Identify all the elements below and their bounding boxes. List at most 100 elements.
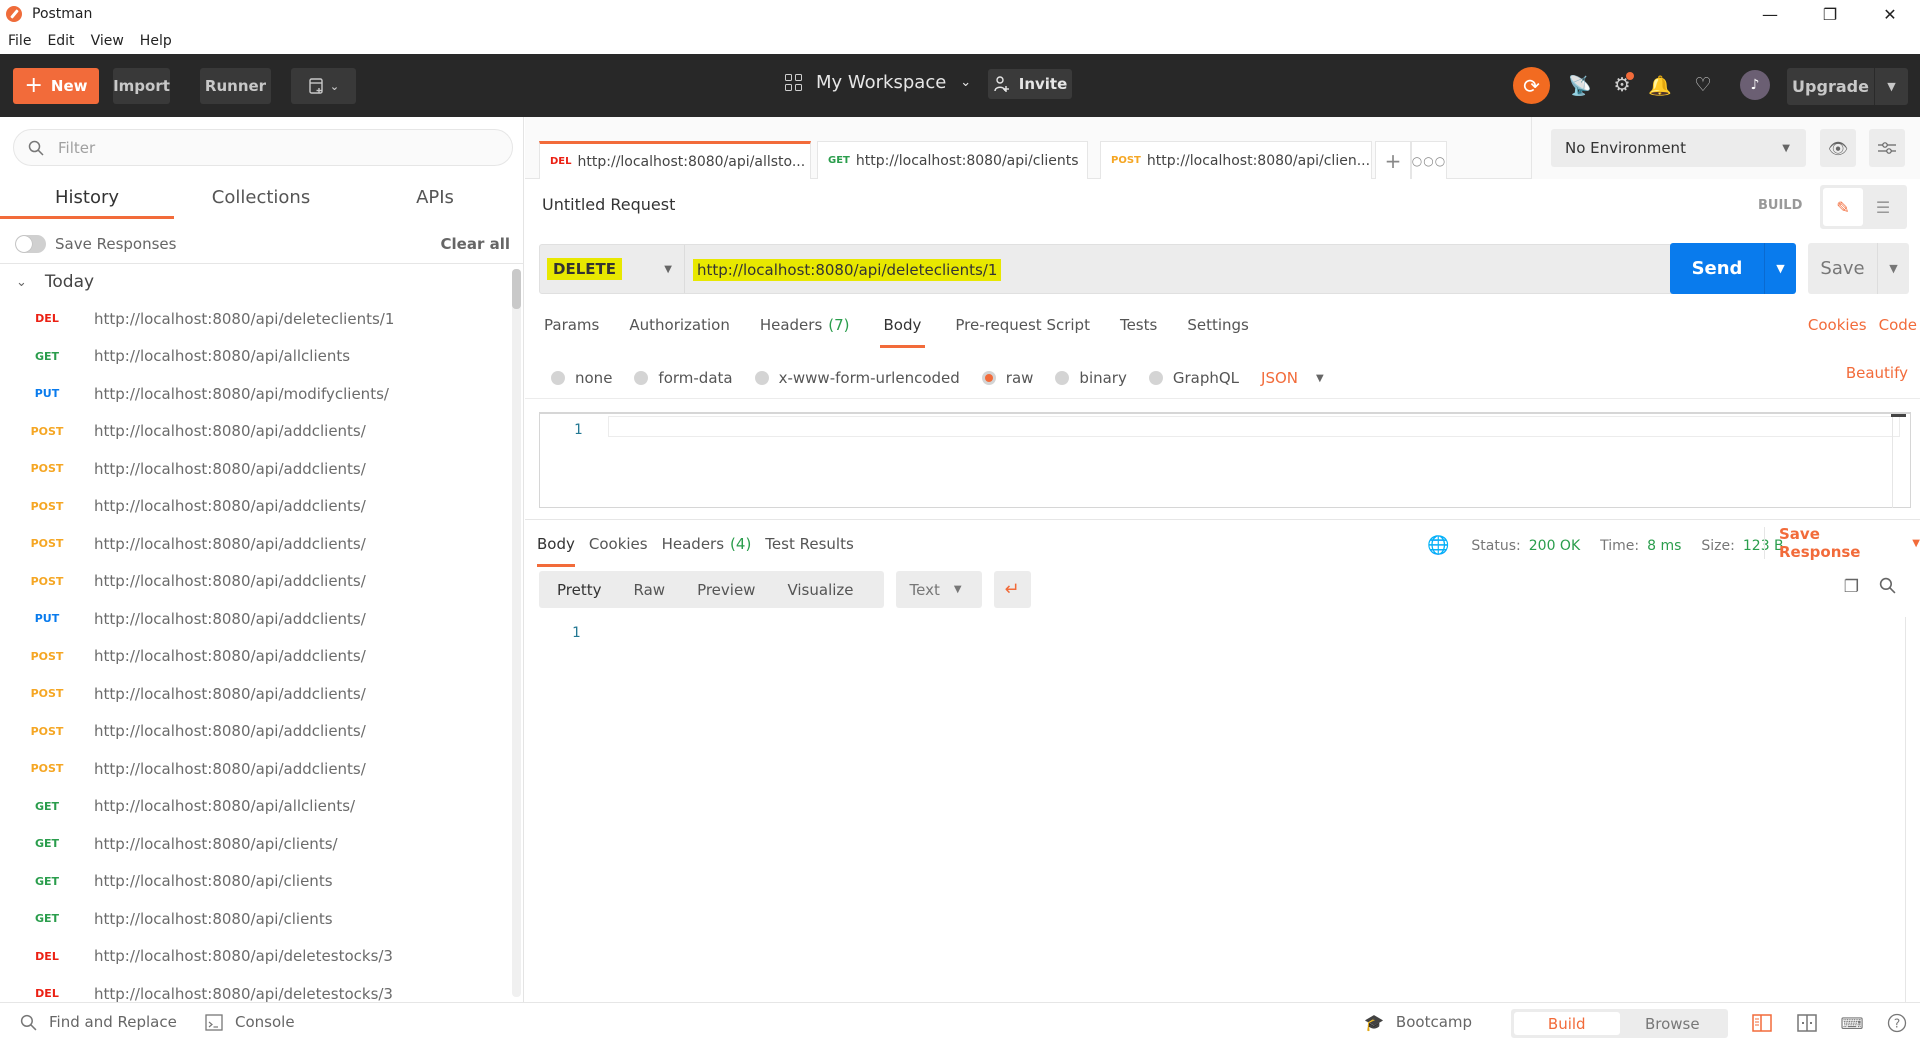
environment-select[interactable]: No Environment ▼ — [1551, 129, 1806, 167]
environment-quick-look-button[interactable]: 👁 — [1820, 129, 1856, 167]
history-item[interactable]: PUT http://localhost:8080/api/addclients/ — [0, 600, 512, 638]
menu-edit[interactable]: Edit — [47, 33, 74, 49]
history-item[interactable]: POST http://localhost:8080/api/addclients… — [0, 525, 512, 563]
history-item[interactable]: POST http://localhost:8080/api/addclients… — [0, 675, 512, 713]
tab-body[interactable]: Body — [879, 312, 926, 348]
settings-button[interactable]: ⚙ — [1607, 70, 1637, 100]
request-tab[interactable]: POST http://localhost:8080/api/clien... — [1100, 141, 1372, 179]
globe-icon[interactable]: 🌐 — [1427, 535, 1449, 556]
clear-all-button[interactable]: Clear all — [441, 235, 510, 253]
tab-authorization[interactable]: Authorization — [629, 312, 729, 348]
code-link[interactable]: Code — [1879, 316, 1917, 334]
history-item[interactable]: DEL http://localhost:8080/api/deleteclien… — [0, 300, 512, 338]
send-options-button[interactable]: ▼ — [1764, 243, 1796, 294]
satellite-button[interactable]: 📡 — [1565, 70, 1595, 100]
body-type-raw[interactable]: raw — [981, 369, 1033, 387]
raw-format-select[interactable]: JSON ▼ — [1261, 369, 1324, 387]
history-item[interactable]: POST http://localhost:8080/api/addclients… — [0, 488, 512, 526]
view-visualize[interactable]: Visualize — [777, 581, 863, 599]
response-scrollbar[interactable] — [1905, 617, 1906, 1002]
history-item[interactable]: POST http://localhost:8080/api/addclients… — [0, 638, 512, 676]
method-select[interactable]: DELETE ▼ — [540, 245, 685, 293]
history-group-today[interactable]: ⌄ Today — [0, 264, 512, 300]
history-item[interactable]: GET http://localhost:8080/api/allclients/ — [0, 788, 512, 826]
wrap-lines-button[interactable]: ↵ — [993, 571, 1031, 608]
body-type-form-data[interactable]: form-data — [634, 369, 733, 387]
new-tab-button[interactable]: + — [1375, 141, 1411, 179]
minimize-button[interactable]: — — [1740, 0, 1800, 28]
caret-down-icon[interactable]: ▼ — [1874, 68, 1908, 105]
copy-icon[interactable]: ❐ — [1844, 577, 1859, 597]
view-raw[interactable]: Raw — [624, 581, 676, 599]
two-pane-view-button[interactable] — [1750, 1011, 1774, 1035]
response-tab-cookies[interactable]: Cookies — [589, 531, 648, 567]
request-title[interactable]: Untitled Request — [542, 195, 675, 214]
find-replace-button[interactable]: Find and Replace — [20, 1013, 177, 1031]
comments-mode-button[interactable]: ☰ — [1863, 188, 1903, 226]
search-icon[interactable] — [1879, 577, 1896, 594]
new-button[interactable]: + New — [13, 68, 99, 104]
history-item[interactable]: PUT http://localhost:8080/api/modifyclien… — [0, 375, 512, 413]
request-tab[interactable]: DEL http://localhost:8080/api/allsto... — [539, 141, 811, 179]
view-pretty[interactable]: Pretty — [547, 581, 612, 599]
history-item[interactable]: GET http://localhost:8080/api/allclients — [0, 338, 512, 376]
view-preview[interactable]: Preview — [687, 581, 765, 599]
body-type-binary[interactable]: binary — [1055, 369, 1127, 387]
response-tab-body[interactable]: Body — [537, 531, 575, 567]
tab-collections[interactable]: Collections — [174, 179, 348, 219]
save-options-button[interactable]: ▼ — [1877, 243, 1909, 294]
sync-button[interactable]: ⟳ — [1513, 67, 1550, 104]
split-view-button[interactable] — [1795, 1011, 1819, 1035]
runner-button[interactable]: Runner — [200, 68, 271, 104]
send-button[interactable]: Send ▼ — [1670, 243, 1796, 294]
save-responses-toggle[interactable] — [15, 235, 46, 253]
tab-params[interactable]: Params — [544, 312, 599, 348]
build-mode-button[interactable]: Build — [1514, 1012, 1620, 1035]
menu-file[interactable]: File — [8, 33, 31, 49]
invite-button[interactable]: Invite — [988, 69, 1072, 99]
history-item[interactable]: POST http://localhost:8080/api/addclients… — [0, 563, 512, 601]
menu-view[interactable]: View — [91, 33, 124, 49]
filter-input[interactable] — [58, 138, 478, 157]
save-button[interactable]: Save ▼ — [1808, 243, 1909, 294]
manage-environments-button[interactable] — [1869, 129, 1905, 167]
body-type-graphql[interactable]: GraphQL — [1148, 369, 1239, 387]
new-window-button[interactable]: ⌄ — [291, 68, 356, 104]
browse-mode-button[interactable]: Browse — [1620, 1012, 1726, 1035]
tab-headers[interactable]: Headers (7) — [760, 312, 850, 348]
scrollbar-thumb[interactable] — [512, 269, 521, 309]
maximize-button[interactable]: ❐ — [1800, 0, 1860, 28]
sidebar-scrollbar[interactable] — [512, 269, 521, 997]
response-body[interactable]: 1 — [525, 617, 1920, 1002]
history-item[interactable]: POST http://localhost:8080/api/addclients… — [0, 750, 512, 788]
history-item[interactable]: POST http://localhost:8080/api/addclients… — [0, 713, 512, 751]
avatar[interactable]: ♪ — [1740, 70, 1770, 100]
beautify-link[interactable]: Beautify — [1846, 364, 1908, 382]
close-button[interactable]: ✕ — [1860, 0, 1920, 28]
tab-tests[interactable]: Tests — [1120, 312, 1157, 348]
more-tabs-button[interactable]: ○○○ — [1411, 141, 1447, 179]
body-type-none[interactable]: none — [551, 369, 612, 387]
response-tab-headers[interactable]: Headers (4) — [662, 531, 752, 567]
workspace-selector[interactable]: My Workspace ⌄ — [785, 72, 971, 93]
request-body-editor[interactable]: 1 — [539, 412, 1911, 508]
tab-apis[interactable]: APIs — [348, 179, 522, 219]
tab-history[interactable]: History — [0, 179, 174, 219]
help-button[interactable]: ? — [1885, 1011, 1909, 1035]
editor-scrollbar[interactable] — [1892, 414, 1893, 508]
body-type-x-www-form-urlencoded[interactable]: x-www-form-urlencoded — [754, 369, 960, 387]
bootcamp-button[interactable]: 🎓 Bootcamp — [1364, 1013, 1472, 1032]
console-button[interactable]: Console — [205, 1013, 295, 1031]
favorites-button[interactable]: ♡ — [1688, 70, 1718, 100]
keyboard-shortcuts-button[interactable]: ⌨ — [1840, 1011, 1864, 1035]
menu-help[interactable]: Help — [140, 33, 172, 49]
tab-pre-request-script[interactable]: Pre-request Script — [955, 312, 1090, 348]
history-item[interactable]: DEL http://localhost:8080/api/deletestock… — [0, 975, 512, 1002]
filter-field[interactable] — [13, 129, 513, 166]
history-item[interactable]: POST http://localhost:8080/api/addclients… — [0, 413, 512, 451]
history-item[interactable]: POST http://localhost:8080/api/addclients… — [0, 450, 512, 488]
url-input[interactable]: http://localhost:8080/api/deleteclients/… — [693, 258, 1002, 281]
request-tab[interactable]: GET http://localhost:8080/api/clients — [817, 141, 1088, 179]
current-line[interactable] — [608, 416, 1900, 437]
cookies-link[interactable]: Cookies — [1808, 316, 1867, 334]
